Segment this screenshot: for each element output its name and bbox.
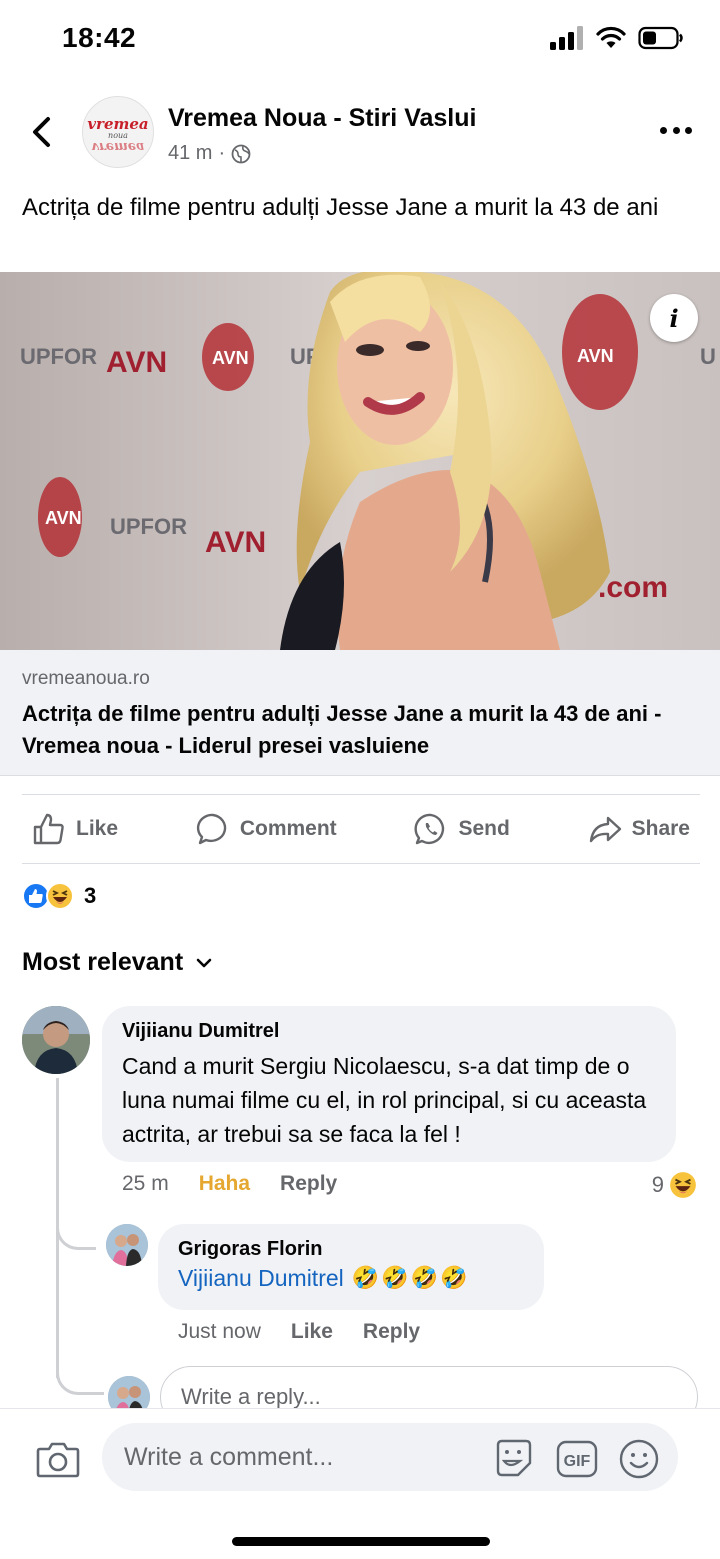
svg-text:AVN: AVN xyxy=(205,526,266,559)
comment-input-placeholder: Write a comment... xyxy=(124,1442,334,1471)
thumbs-up-icon xyxy=(33,813,64,845)
comment-time[interactable]: 25 m xyxy=(122,1172,169,1196)
svg-text:UPFOR: UPFOR xyxy=(20,344,97,369)
svg-text:GIF: GIF xyxy=(564,1453,591,1470)
svg-text:AVN: AVN xyxy=(577,346,614,366)
photo-illustration: AVN AVN AVN AVN AVN .com UPFOR UPF UPFOR… xyxy=(0,272,720,650)
post-header: vremea noua vremea Vremea Noua - Stiri V… xyxy=(0,90,720,174)
like-label: Like xyxy=(76,817,119,840)
page-avatar[interactable]: vremea noua vremea xyxy=(82,96,154,168)
reply-author[interactable]: Grigoras Florin xyxy=(178,1238,524,1261)
share-arrow-icon xyxy=(589,816,621,843)
gif-icon[interactable]: GIF xyxy=(556,1440,598,1478)
rofl-emoji: 🤣🤣🤣🤣 xyxy=(351,1266,470,1291)
reply-bubble[interactable]: Grigoras Florin Vijiianu Dumitrel 🤣🤣🤣🤣 xyxy=(158,1224,544,1310)
emoji-icon[interactable] xyxy=(618,1438,660,1480)
link-domain: vremeanoua.ro xyxy=(22,668,150,689)
thread-connector xyxy=(56,1355,104,1395)
dot xyxy=(660,126,667,134)
chevron-down-icon xyxy=(196,958,212,967)
svg-text:AVN: AVN xyxy=(212,348,249,368)
camera-icon xyxy=(36,1442,80,1478)
cellular-signal-icon xyxy=(550,26,583,50)
like-button[interactable]: Like xyxy=(22,812,128,846)
more-options-button[interactable] xyxy=(660,120,692,140)
status-icons xyxy=(550,26,684,50)
reaction-count: 3 xyxy=(84,883,97,908)
comment-bubble[interactable]: Vijiianu Dumitrel Cand a murit Sergiu Ni… xyxy=(102,1006,676,1162)
like-comment-button[interactable]: Like xyxy=(291,1320,333,1344)
comment-composer: Write a comment... GIF xyxy=(0,1408,720,1559)
comment-reaction-button[interactable]: Haha xyxy=(199,1172,250,1196)
meta-separator: · xyxy=(218,142,226,164)
page-logo-reflection: vremea xyxy=(91,139,145,154)
post-image[interactable]: AVN AVN AVN AVN AVN .com UPFOR UPF UPFOR… xyxy=(0,272,720,650)
reply-meta: Just now Like Reply xyxy=(178,1320,420,1344)
send-label: Send xyxy=(458,817,510,840)
mention-link[interactable]: Vijiianu Dumitrel xyxy=(178,1265,344,1292)
link-preview[interactable]: vremeanoua.ro Actrița de filme pentru ad… xyxy=(0,650,720,776)
sticker-icon[interactable] xyxy=(492,1437,536,1481)
back-button[interactable] xyxy=(26,112,56,152)
comment-input[interactable]: Write a comment... GIF xyxy=(102,1423,678,1491)
image-info-button[interactable]: i xyxy=(650,294,698,342)
comment-label: Comment xyxy=(239,817,337,840)
comment-meta: 25 m Haha Reply xyxy=(122,1172,337,1196)
reactions-summary[interactable]: 3 xyxy=(22,882,96,910)
comment-reaction-summary[interactable]: 9 xyxy=(652,1170,698,1200)
whatsapp-icon xyxy=(414,813,445,845)
globe-icon xyxy=(231,144,251,163)
comment-author[interactable]: Vijiianu Dumitrel xyxy=(122,1020,656,1043)
comment-button[interactable]: Comment xyxy=(186,812,347,846)
share-button[interactable]: Share xyxy=(578,812,700,846)
svg-text:AVN: AVN xyxy=(45,508,82,528)
home-indicator[interactable] xyxy=(232,1537,490,1546)
send-button[interactable]: Send xyxy=(404,812,519,846)
composer-icons: GIF xyxy=(492,1437,660,1481)
svg-text:.com: .com xyxy=(598,571,668,604)
post-meta: 41 m · xyxy=(168,142,251,165)
page-name[interactable]: Vremea Noua - Stiri Vaslui xyxy=(168,104,476,133)
chevron-left-icon xyxy=(33,117,50,147)
action-bar: Like Comment Send Share xyxy=(22,794,700,864)
reply-avatar[interactable] xyxy=(106,1224,148,1266)
haha-reaction-icon xyxy=(46,882,74,910)
reply-button[interactable]: Reply xyxy=(363,1320,420,1344)
status-time: 18:42 xyxy=(62,22,137,53)
share-label: Share xyxy=(631,817,690,840)
reply-time[interactable]: Just now xyxy=(178,1320,261,1344)
svg-text:UPFOR: UPFOR xyxy=(110,514,187,539)
wifi-icon xyxy=(596,26,626,48)
post-text: Actrița de filme pentru adulți Jesse Jan… xyxy=(22,194,659,221)
page-logo-text: vremea xyxy=(87,115,149,133)
comment-reaction-count: 9 xyxy=(651,1172,664,1197)
reply-button[interactable]: Reply xyxy=(280,1172,337,1196)
status-bar: 18:42 xyxy=(0,0,720,80)
camera-button[interactable] xyxy=(36,1439,80,1479)
comment-text: Cand a murit Sergiu Nicolaescu, s-a dat … xyxy=(122,1053,647,1147)
avatar-photo xyxy=(22,1006,90,1074)
avatar-photo xyxy=(106,1224,148,1266)
comment-bubble-icon xyxy=(196,813,227,845)
haha-reaction-icon xyxy=(668,1170,698,1200)
svg-text:U: U xyxy=(700,344,716,369)
link-title: Actrița de filme pentru adulți Jesse Jan… xyxy=(22,701,662,758)
dot xyxy=(672,126,680,134)
comment-sort-selector[interactable]: Most relevant xyxy=(22,948,213,977)
commenter-avatar[interactable] xyxy=(22,1006,90,1074)
post-time[interactable]: 41 m xyxy=(168,142,212,165)
reply-content: Vijiianu Dumitrel 🤣🤣🤣🤣 xyxy=(178,1265,524,1292)
thread-connector xyxy=(56,1210,96,1250)
sort-label: Most relevant xyxy=(22,948,184,976)
dot xyxy=(685,126,692,134)
battery-icon xyxy=(638,26,683,50)
svg-text:AVN: AVN xyxy=(106,346,167,379)
